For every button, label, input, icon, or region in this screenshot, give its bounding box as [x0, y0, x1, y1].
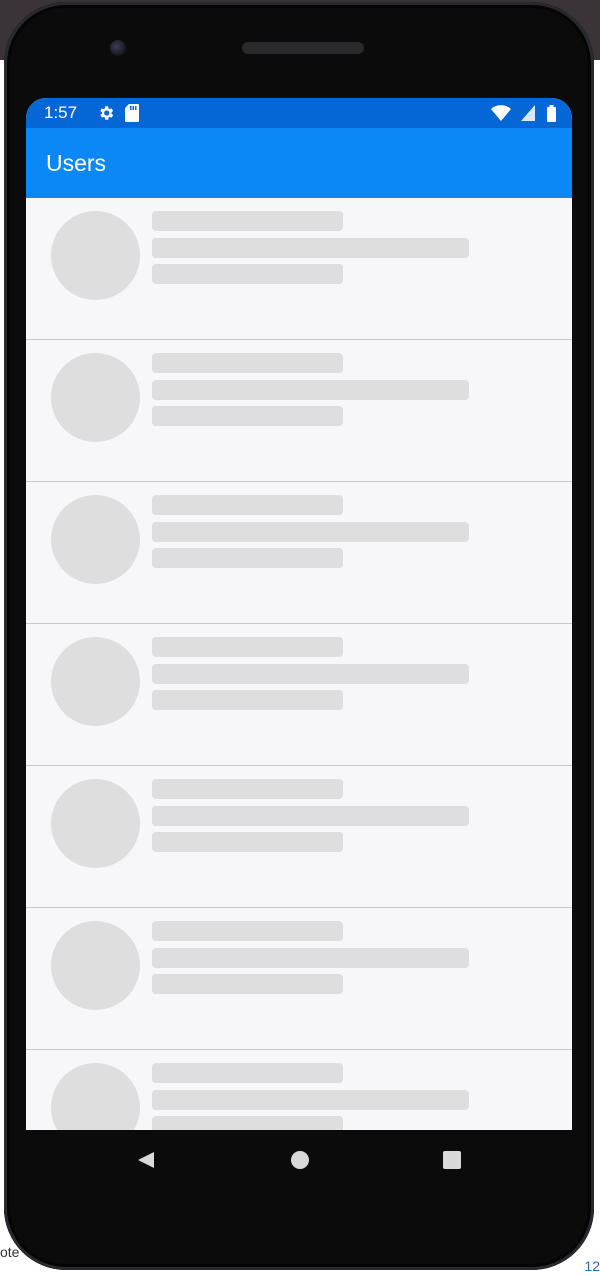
detail-line-placeholder [152, 522, 469, 542]
name-line-placeholder [152, 353, 343, 373]
avatar-placeholder [51, 637, 140, 726]
avatar-placeholder [51, 353, 140, 442]
avatar-placeholder [51, 779, 140, 868]
name-line-placeholder [152, 495, 343, 515]
page-title: Users [46, 149, 107, 176]
list-item-skeleton[interactable] [26, 908, 572, 1050]
name-line-placeholder [152, 1063, 343, 1083]
detail-line-placeholder [152, 1090, 469, 1110]
status-time: 1:57 [44, 103, 78, 122]
list-item-skeleton[interactable] [26, 1050, 572, 1130]
detail-line-placeholder [152, 380, 469, 400]
list-item-skeleton[interactable] [26, 624, 572, 766]
meta-line-placeholder [152, 690, 343, 710]
front-camera [110, 40, 126, 56]
meta-line-placeholder [152, 1116, 343, 1130]
wifi-icon [491, 105, 511, 121]
back-icon[interactable] [136, 1150, 156, 1175]
gear-icon [97, 104, 115, 122]
app-bar: Users [26, 128, 572, 198]
list-item-skeleton[interactable] [26, 482, 572, 624]
detail-line-placeholder [152, 948, 469, 968]
name-line-placeholder [152, 637, 343, 657]
users-list[interactable] [26, 198, 572, 1130]
name-line-placeholder [152, 921, 343, 941]
earpiece-speaker [242, 42, 364, 54]
list-item-skeleton[interactable] [26, 198, 572, 340]
name-line-placeholder [152, 779, 343, 799]
detail-line-placeholder [152, 664, 469, 684]
home-icon[interactable] [290, 1150, 310, 1175]
avatar-placeholder [51, 1063, 140, 1130]
recent-apps-icon[interactable] [442, 1150, 462, 1175]
meta-line-placeholder [152, 832, 343, 852]
signal-icon [521, 105, 535, 121]
list-item-skeleton[interactable] [26, 340, 572, 482]
sd-card-icon [125, 104, 140, 122]
avatar-placeholder [51, 921, 140, 1010]
meta-line-placeholder [152, 548, 343, 568]
status-bar: 1:57 [26, 98, 572, 128]
detail-line-placeholder [152, 806, 469, 826]
device-screen: 1:57 Users [26, 98, 572, 1130]
system-navigation-bar [26, 1130, 572, 1190]
meta-line-placeholder [152, 974, 343, 994]
detail-line-placeholder [152, 238, 469, 258]
battery-icon [547, 104, 556, 122]
meta-line-placeholder [152, 406, 343, 426]
avatar-placeholder [51, 211, 140, 300]
list-item-skeleton[interactable] [26, 766, 572, 908]
backdrop-number-fragment: 12 [584, 1258, 600, 1274]
avatar-placeholder [51, 495, 140, 584]
meta-line-placeholder [152, 264, 343, 284]
name-line-placeholder [152, 211, 343, 231]
